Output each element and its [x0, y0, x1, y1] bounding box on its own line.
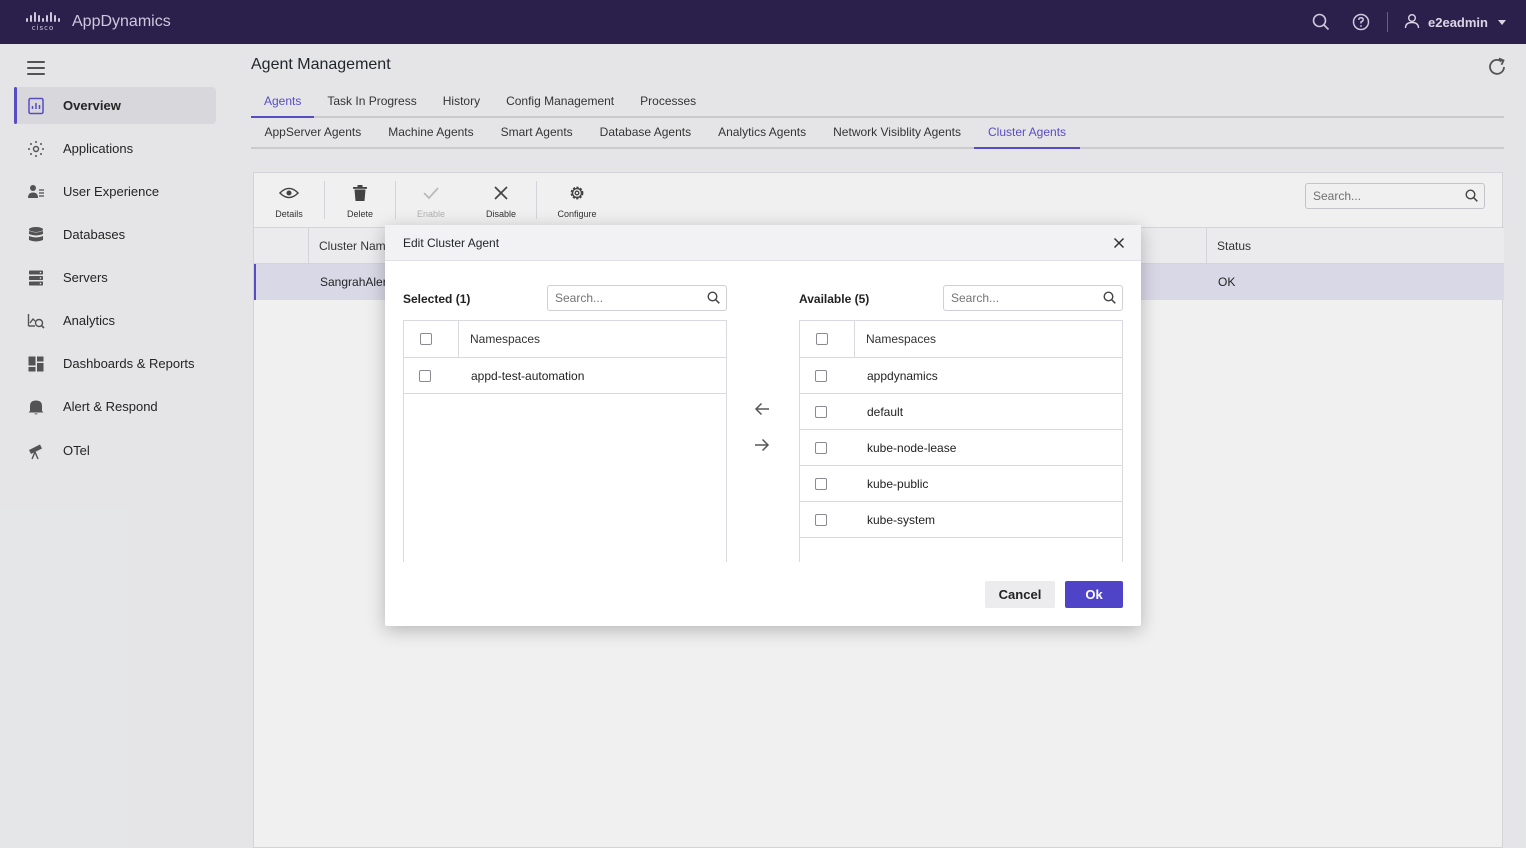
move-right-button[interactable] [752, 436, 772, 456]
list-item[interactable]: default [800, 394, 1122, 430]
namespace-name: kube-public [867, 477, 929, 491]
cancel-button[interactable]: Cancel [985, 581, 1055, 608]
selected-namespaces-list: Namespaces appd-test-automation [403, 320, 727, 562]
row-checkbox[interactable] [419, 370, 431, 382]
arrow-left-icon [754, 402, 770, 419]
column-divider [458, 321, 459, 357]
row-checkbox[interactable] [815, 442, 827, 454]
edit-cluster-agent-dialog: Edit Cluster Agent Selected (1) Namespac… [385, 225, 1141, 626]
selected-search-field[interactable] [547, 285, 727, 311]
list-header: Namespaces [404, 321, 726, 358]
row-checkbox[interactable] [815, 406, 827, 418]
selected-search-input[interactable] [548, 286, 698, 310]
dialog-header: Edit Cluster Agent [385, 225, 1141, 261]
namespace-name: appd-test-automation [471, 369, 585, 383]
dialog-title: Edit Cluster Agent [403, 236, 500, 250]
selected-list-label: Selected (1) [403, 292, 471, 306]
namespace-name: kube-system [867, 513, 936, 527]
search-icon [707, 291, 720, 307]
namespace-name: kube-node-lease [867, 441, 957, 455]
row-checkbox[interactable] [815, 514, 827, 526]
search-icon [1103, 291, 1116, 307]
list-item[interactable]: kube-system [800, 502, 1122, 538]
list-item[interactable]: kube-public [800, 466, 1122, 502]
select-all-checkbox[interactable] [420, 333, 432, 345]
ok-button[interactable]: Ok [1065, 581, 1123, 608]
select-all-checkbox[interactable] [816, 333, 828, 345]
column-divider [854, 321, 855, 357]
namespaces-column-header: Namespaces [470, 332, 541, 346]
arrow-right-icon [754, 438, 770, 455]
namespaces-column-header: Namespaces [866, 332, 937, 346]
namespace-name: default [867, 405, 904, 419]
list-item[interactable]: kube-node-lease [800, 430, 1122, 466]
move-left-button[interactable] [752, 400, 772, 420]
namespace-name: appdynamics [867, 369, 938, 383]
list-header: Namespaces [800, 321, 1122, 358]
row-checkbox[interactable] [815, 370, 827, 382]
close-icon[interactable] [1111, 235, 1127, 251]
list-item[interactable]: appdynamics [800, 358, 1122, 394]
available-search-field[interactable] [943, 285, 1123, 311]
available-search-input[interactable] [944, 286, 1094, 310]
available-list-label: Available (5) [799, 292, 870, 306]
available-namespaces-list: Namespaces appdynamics default kube-node… [799, 320, 1123, 562]
row-checkbox[interactable] [815, 478, 827, 490]
list-item[interactable]: appd-test-automation [404, 358, 726, 394]
